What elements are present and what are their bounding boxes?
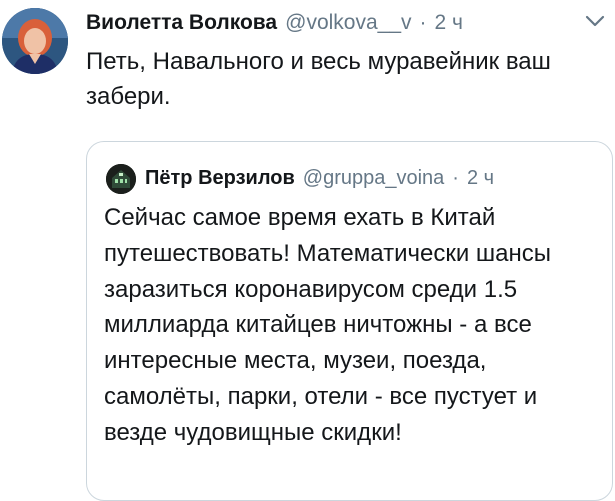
quoted-tweet-timestamp[interactable]: 2 ч bbox=[467, 162, 494, 194]
chevron-down-icon[interactable] bbox=[585, 14, 605, 28]
quoted-tweet-text: Сейчас самое время ехать в Китай путешес… bbox=[104, 204, 552, 446]
quoted-header-separator: · bbox=[452, 167, 459, 189]
quoted-tweet[interactable]: Пётр Верзилов @gruppa_voina · 2 ч Сейчас… bbox=[86, 141, 613, 501]
quoted-author-name[interactable]: Пётр Верзилов bbox=[145, 162, 295, 194]
header-separator: · bbox=[419, 11, 427, 34]
tweet-header: Виолетта Волкова @volkova__v · 2 ч bbox=[86, 8, 463, 38]
quoted-author-avatar[interactable] bbox=[106, 164, 136, 194]
tweet-text: Петь, Навального и весь муравейник ваш з… bbox=[86, 48, 551, 110]
author-name[interactable]: Виолетта Волкова bbox=[86, 8, 277, 38]
author-handle[interactable]: @volkova__v bbox=[285, 8, 411, 38]
quoted-author-handle[interactable]: @gruppa_voina bbox=[303, 162, 445, 194]
quoted-tweet-header: Пётр Верзилов @gruppa_voina · 2 ч bbox=[145, 162, 494, 194]
tweet-timestamp[interactable]: 2 ч bbox=[435, 8, 463, 38]
quoted-avatar-image bbox=[106, 164, 136, 194]
author-avatar[interactable] bbox=[2, 8, 68, 74]
tweet[interactable]: Виолетта Волкова @volkova__v · 2 ч Петь,… bbox=[0, 0, 615, 501]
avatar-image bbox=[2, 8, 68, 74]
